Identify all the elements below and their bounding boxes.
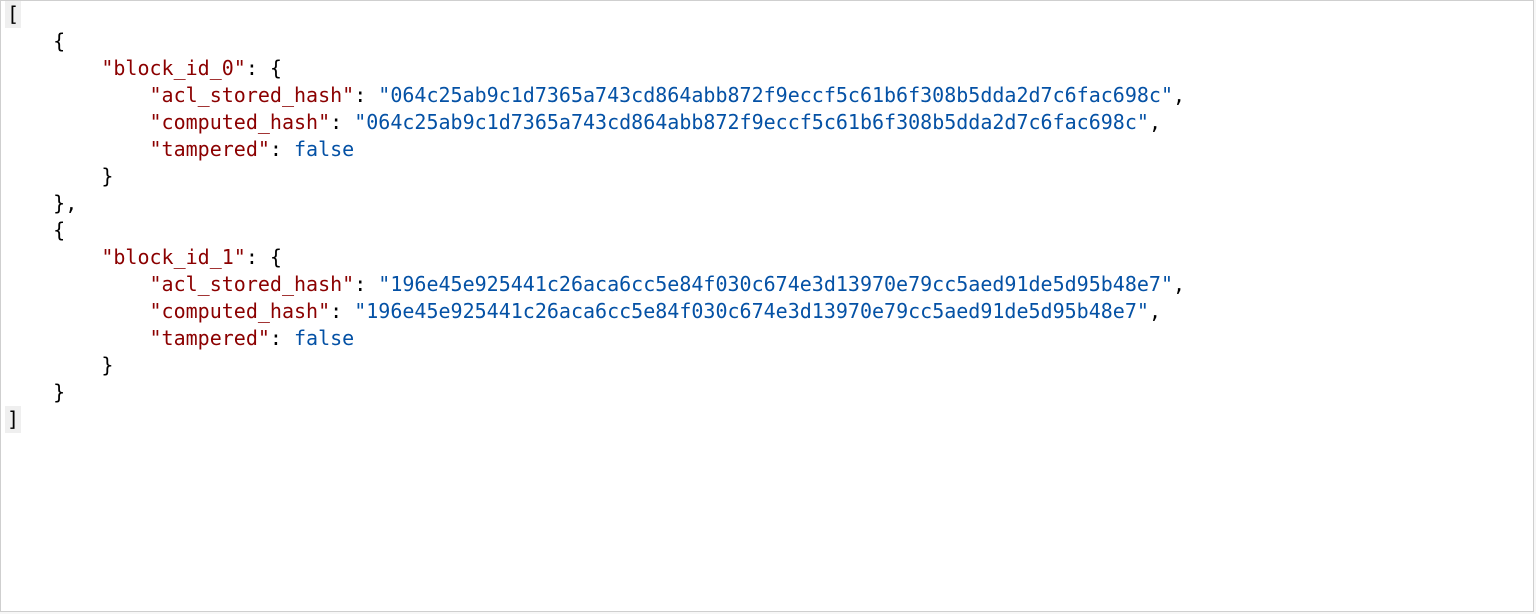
object-close-brace: }	[101, 353, 113, 377]
object-open-brace: {	[53, 218, 65, 242]
comma: ,	[65, 191, 77, 215]
colon: :	[246, 245, 258, 269]
object-close-brace: }	[53, 380, 65, 404]
comma: ,	[1173, 83, 1185, 107]
colon: :	[354, 272, 366, 296]
colon: :	[246, 56, 258, 80]
json-string: "196e45e925441c26aca6cc5e84f030c674e3d13…	[378, 272, 1173, 296]
colon: :	[270, 326, 282, 350]
object-open-brace: {	[270, 245, 282, 269]
object-open-brace: {	[53, 29, 65, 53]
colon: :	[354, 83, 366, 107]
json-pre[interactable]: [ { "block_id_0": { "acl_stored_hash": "…	[1, 1, 1533, 433]
json-string: "064c25ab9c1d7365a743cd864abb872f9eccf5c…	[378, 83, 1173, 107]
comma: ,	[1173, 272, 1185, 296]
colon: :	[330, 299, 342, 323]
json-boolean: false	[294, 137, 354, 161]
json-key: "block_id_0"	[101, 56, 246, 80]
json-key: "computed_hash"	[150, 110, 331, 134]
object-close-brace: }	[101, 164, 113, 188]
json-key: "tampered"	[150, 326, 270, 350]
json-key: "computed_hash"	[150, 299, 331, 323]
array-close-bracket: ]	[7, 407, 19, 431]
object-open-brace: {	[270, 56, 282, 80]
json-key: "acl_stored_hash"	[150, 83, 355, 107]
object-close-brace: }	[53, 191, 65, 215]
colon: :	[330, 110, 342, 134]
json-key: "acl_stored_hash"	[150, 272, 355, 296]
json-string: "064c25ab9c1d7365a743cd864abb872f9eccf5c…	[354, 110, 1149, 134]
array-open-bracket: [	[7, 2, 19, 26]
comma: ,	[1149, 110, 1161, 134]
json-boolean: false	[294, 326, 354, 350]
comma: ,	[1149, 299, 1161, 323]
json-output[interactable]: [ { "block_id_0": { "acl_stored_hash": "…	[0, 0, 1534, 612]
json-string: "196e45e925441c26aca6cc5e84f030c674e3d13…	[354, 299, 1149, 323]
colon: :	[270, 137, 282, 161]
json-key: "block_id_1"	[101, 245, 246, 269]
json-key: "tampered"	[150, 137, 270, 161]
